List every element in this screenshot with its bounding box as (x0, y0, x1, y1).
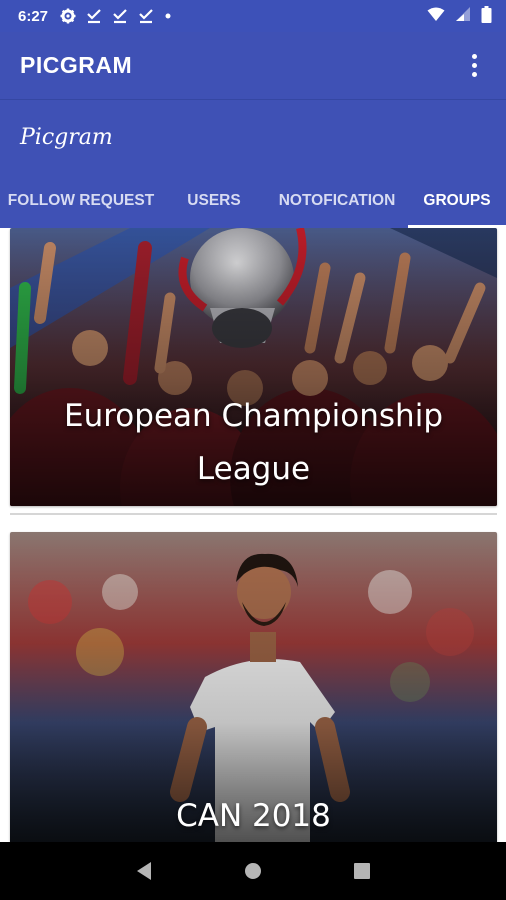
battery-icon (481, 5, 492, 27)
navigation-bar (0, 842, 506, 900)
divider (10, 513, 497, 515)
tab-notification[interactable]: NOTOFICATION (266, 174, 408, 228)
group-title-line: CAN 2018 (176, 798, 331, 834)
app-bar: PICGRAM (0, 32, 506, 100)
groups-list[interactable]: European Championship League CAN 2018 (0, 228, 506, 842)
brand-logo: Picgram (20, 124, 113, 150)
wifi-icon (427, 7, 445, 26)
download-done-icon (138, 8, 154, 24)
back-icon[interactable] (132, 859, 156, 883)
tab-label: USERS (187, 192, 241, 209)
dot-icon (164, 12, 172, 20)
tab-label: GROUPS (423, 192, 491, 209)
group-title: European Championship League (10, 390, 497, 496)
download-done-icon (112, 8, 128, 24)
more-vert-icon[interactable] (462, 54, 486, 78)
group-card-can-2018[interactable]: CAN 2018 (10, 532, 497, 842)
tab-follow-request[interactable]: FOLLOW REQUEST (0, 174, 162, 228)
status-time: 6:27 (18, 7, 49, 25)
notification-icons (60, 8, 172, 24)
system-icons (427, 5, 492, 27)
group-title-line: European Championship (64, 398, 443, 434)
tab-label: NOTOFICATION (278, 192, 396, 209)
status-bar: 6:27 (0, 0, 506, 32)
group-title: CAN 2018 (10, 790, 497, 842)
tab-bar: FOLLOW REQUEST USERS NOTOFICATION GROUPS (0, 174, 506, 228)
app-title: PICGRAM (20, 52, 133, 78)
brand-row: Picgram (0, 100, 506, 174)
gear-icon (60, 8, 76, 24)
tab-label: FOLLOW REQUEST (7, 192, 155, 209)
signal-icon (455, 6, 471, 26)
tab-users[interactable]: USERS (162, 174, 266, 228)
tab-groups[interactable]: GROUPS (408, 174, 506, 228)
recents-icon[interactable] (350, 859, 374, 883)
home-icon[interactable] (241, 859, 265, 883)
group-card-european-championship[interactable]: European Championship League (10, 228, 497, 506)
download-done-icon (86, 8, 102, 24)
group-title-line: League (196, 451, 311, 487)
